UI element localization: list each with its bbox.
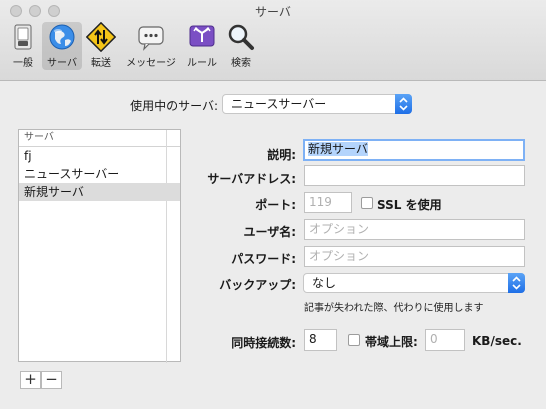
username-label: ユーザ名: xyxy=(243,225,296,239)
server-list-item-fj[interactable]: fj xyxy=(19,147,180,165)
connections-label: 同時接続数: xyxy=(231,336,296,350)
description-value: 新規サーバ xyxy=(308,142,368,156)
server-chooser-popup[interactable]: ニュースサーバー xyxy=(222,94,412,114)
toolbar-message[interactable]: メッセージ xyxy=(122,22,180,70)
server-address-field[interactable] xyxy=(304,165,525,186)
backup-popup[interactable]: なし xyxy=(303,273,525,293)
preferences-window: サーバ 一般 サーバ 転送 メッセージ ルール 検索 使用中のサーバ: ニュース… xyxy=(0,0,546,409)
toolbar-message-label: メッセージ xyxy=(126,58,176,69)
remove-server-button[interactable]: − xyxy=(41,371,62,389)
toolbar-server-label: サーバ xyxy=(47,58,77,69)
general-switch-icon xyxy=(14,24,32,50)
toolbar-search[interactable]: 検索 xyxy=(224,22,258,70)
port-field[interactable]: 119 xyxy=(304,192,352,213)
bandwidth-checkbox[interactable] xyxy=(348,334,360,346)
connections-field[interactable]: 8 xyxy=(304,329,337,351)
server-list-item-label: fj xyxy=(24,149,32,163)
toolbar-transfer-label: 転送 xyxy=(91,58,111,69)
toolbar-transfer[interactable]: 転送 xyxy=(84,22,118,70)
server-chooser-label: 使用中のサーバ: xyxy=(130,99,218,113)
server-list[interactable]: サーバ fj ニュースサーバー 新規サーバ xyxy=(18,129,181,363)
server-list-item-label: ニュースサーバー xyxy=(24,167,120,181)
bandwidth-field[interactable]: 0 xyxy=(425,329,465,351)
toolbar-server[interactable]: サーバ xyxy=(42,22,82,70)
backup-value: なし xyxy=(312,276,337,290)
bandwidth-label: 帯域上限: xyxy=(365,335,418,349)
password-label: パスワード: xyxy=(231,252,296,266)
rules-icon xyxy=(189,25,215,47)
add-server-button[interactable]: + xyxy=(20,371,41,389)
ssl-checkbox[interactable] xyxy=(361,197,373,209)
globe-icon xyxy=(49,24,75,50)
toolbar-search-label: 検索 xyxy=(231,58,251,69)
transfer-sign-icon xyxy=(86,22,116,52)
description-label: 説明: xyxy=(267,148,296,162)
username-field[interactable]: オプション xyxy=(304,219,525,240)
description-field[interactable]: 新規サーバ xyxy=(303,139,525,161)
toolbar-general-label: 一般 xyxy=(13,58,33,69)
speech-bubble-icon xyxy=(138,26,164,51)
ssl-label: SSL を使用 xyxy=(377,198,442,212)
server-list-header: サーバ xyxy=(19,130,180,363)
popup-arrows-icon xyxy=(508,273,525,293)
window-title: サーバ xyxy=(255,5,291,19)
server-chooser-value: ニュースサーバー xyxy=(231,97,327,111)
backup-note: 記事が失われた際、代わりに使用します xyxy=(304,303,484,314)
server-address-label: サーバアドレス: xyxy=(207,172,296,186)
server-list-item-new[interactable]: 新規サーバ xyxy=(19,183,180,201)
password-field[interactable]: オプション xyxy=(304,246,525,267)
toolbar-general[interactable]: 一般 xyxy=(6,22,40,70)
toolbar-rules[interactable]: ルール xyxy=(184,22,220,70)
server-list-item-news[interactable]: ニュースサーバー xyxy=(19,165,180,183)
magnifier-icon xyxy=(228,24,254,50)
title-bar: サーバ 一般 サーバ 転送 メッセージ ルール 検索 xyxy=(0,0,546,81)
toolbar-rules-label: ルール xyxy=(187,58,217,69)
bandwidth-unit: KB/sec. xyxy=(472,334,522,348)
popup-arrows-icon xyxy=(395,94,412,114)
port-label: ポート: xyxy=(255,198,296,212)
backup-label: バックアップ: xyxy=(219,278,296,292)
server-list-item-label: 新規サーバ xyxy=(24,185,84,199)
server-list-header-label: サーバ xyxy=(24,132,54,143)
